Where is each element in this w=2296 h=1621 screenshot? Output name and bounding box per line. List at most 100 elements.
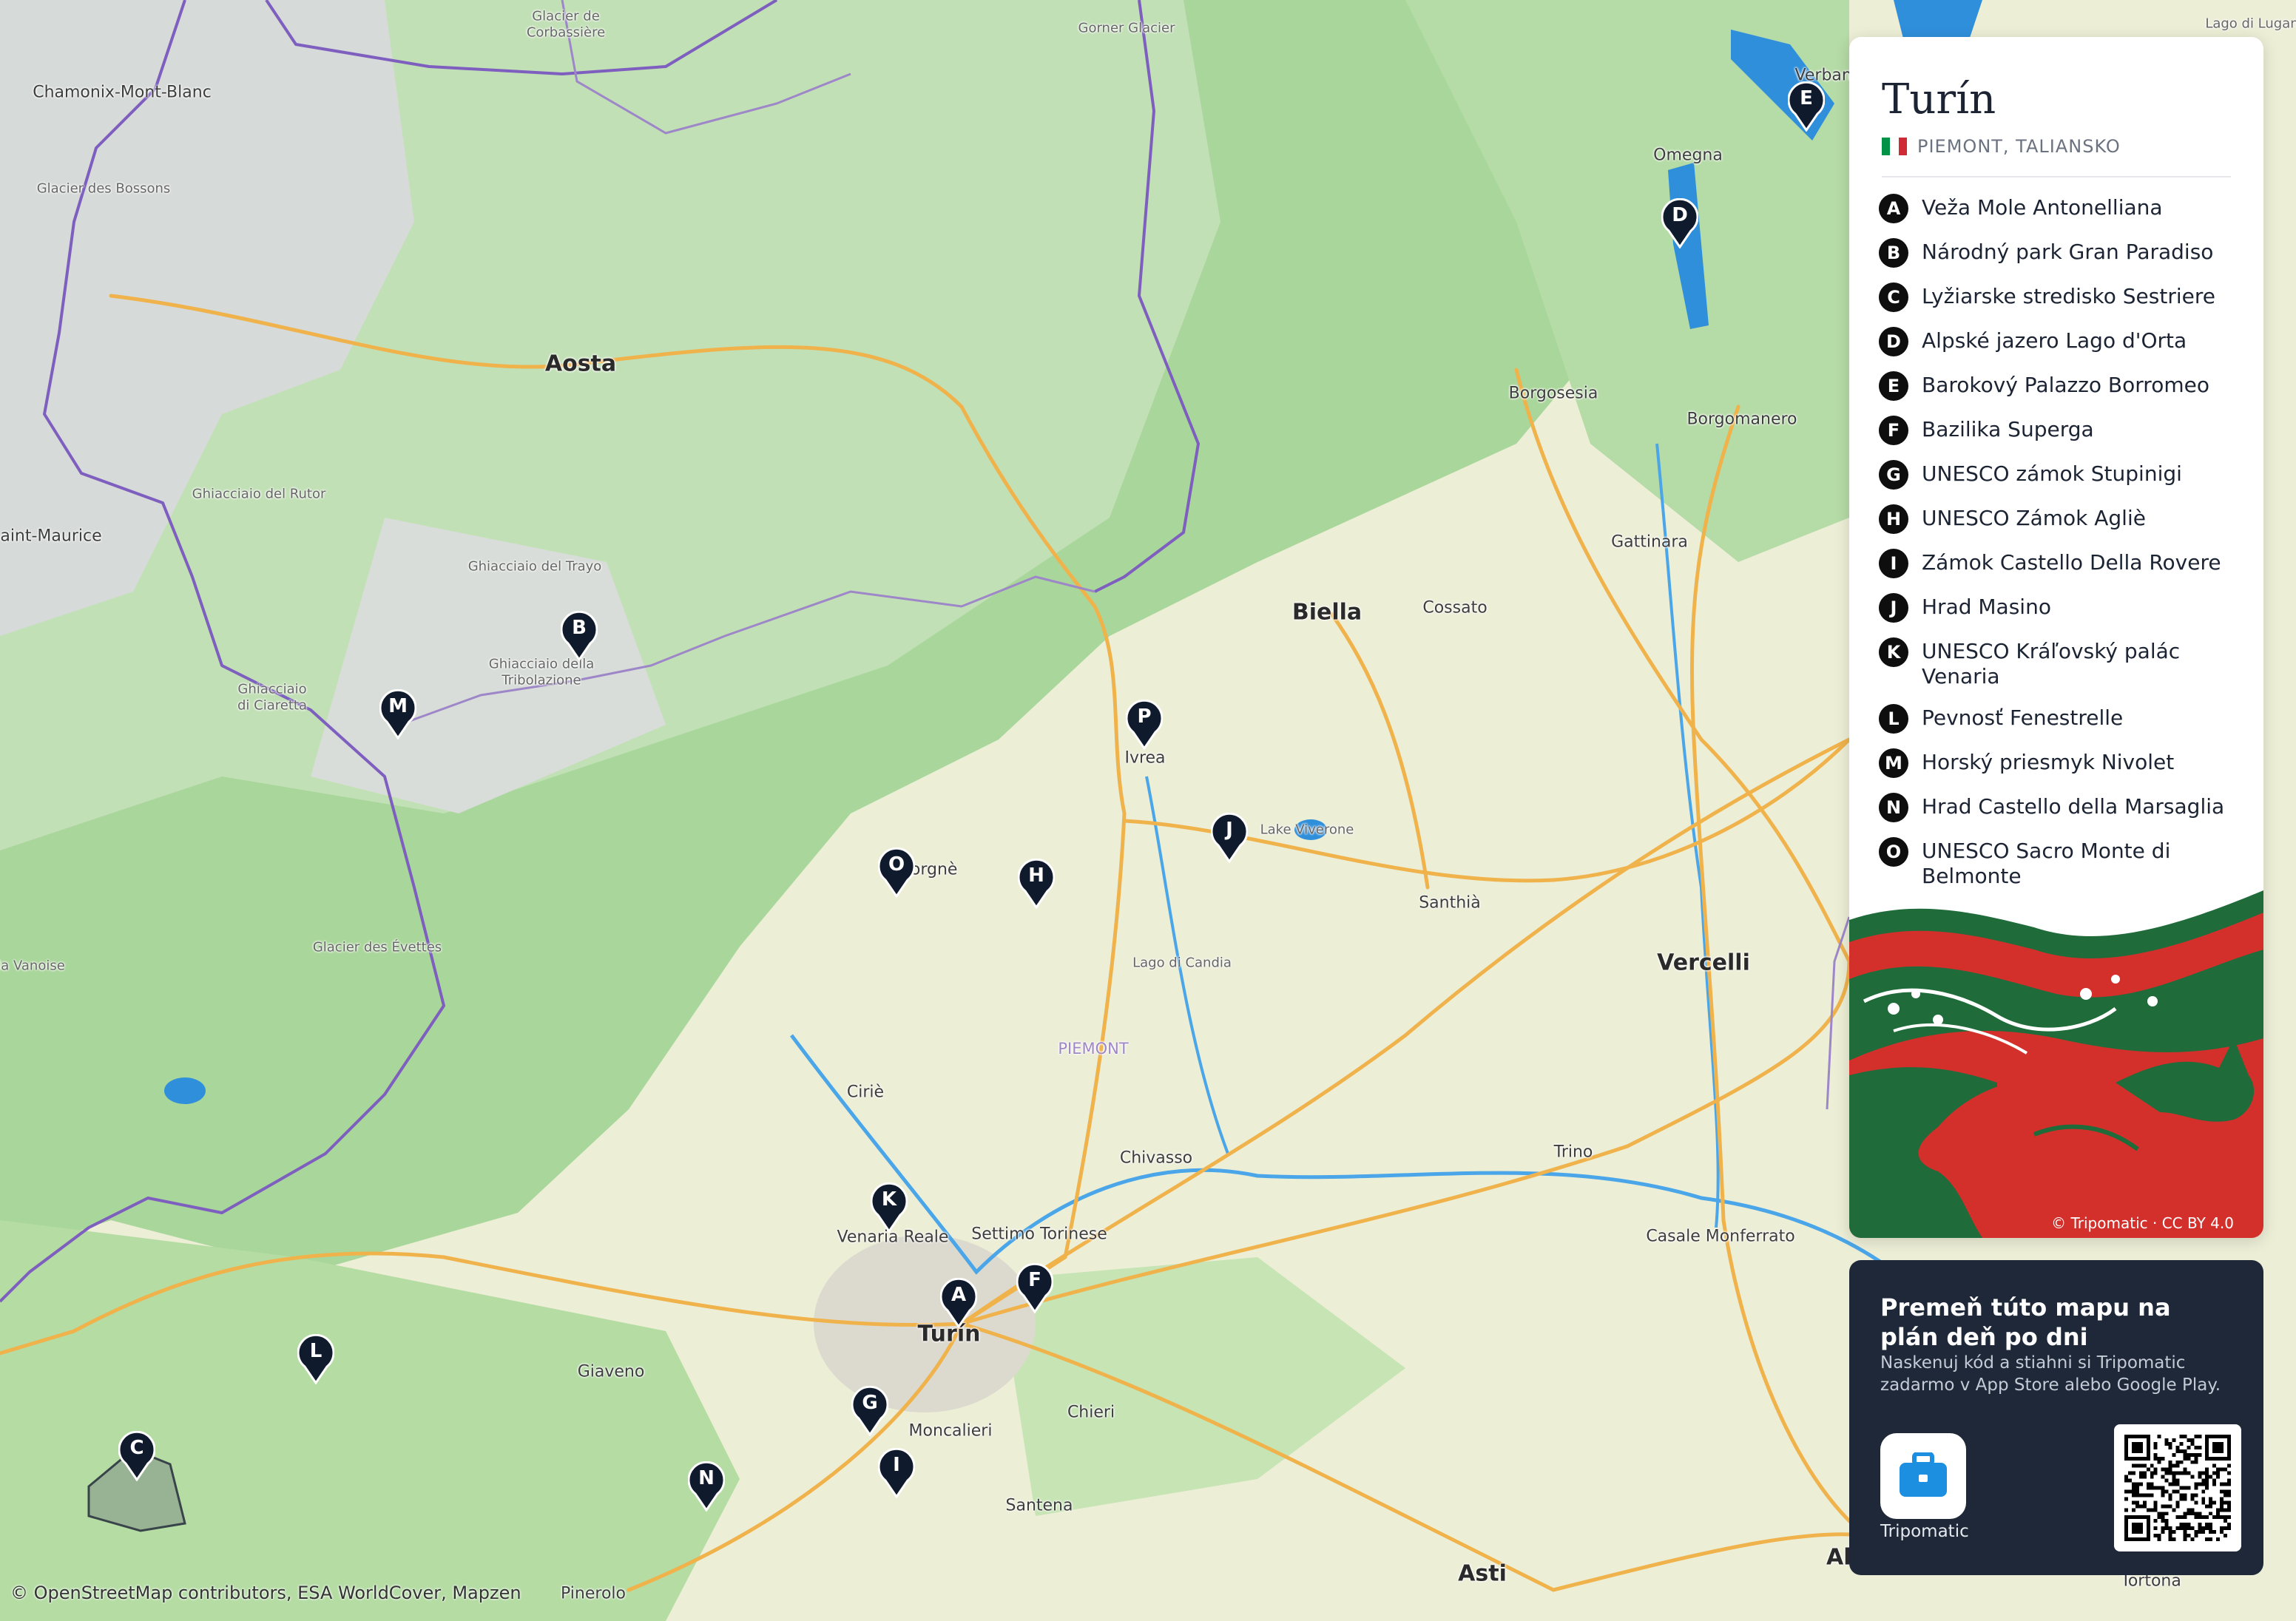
place-label: Santhià xyxy=(1419,893,1481,913)
poi-list-item[interactable]: L Pevnosť Fenestrelle xyxy=(1879,704,2241,734)
region-label: PIEMONT, TALIANSKO xyxy=(1917,136,2121,157)
map-pin-g[interactable]: G xyxy=(851,1386,888,1436)
map-pin-a[interactable]: A xyxy=(940,1278,977,1328)
place-label: Ghiacciaio del Rutor xyxy=(192,486,326,502)
poi-name: Horský priesmyk Nivolet xyxy=(1922,750,2175,774)
pin-letter: L xyxy=(309,1340,323,1362)
poi-letter-badge: H xyxy=(1879,504,1908,534)
place-label: Asti xyxy=(1458,1560,1507,1587)
place-label: Lago di Candia xyxy=(1132,955,1232,971)
map-pin-o[interactable]: O xyxy=(878,847,915,898)
pin-letter: H xyxy=(1028,864,1044,887)
poi-list-item[interactable]: I Zámok Castello Della Rovere xyxy=(1879,549,2241,578)
place-label: Lago di Lugano xyxy=(2205,16,2296,32)
poi-name: Hrad Castello della Marsaglia xyxy=(1922,794,2225,819)
place-label: PIEMONT xyxy=(1058,1040,1129,1057)
place-label: Borgomanero xyxy=(1686,410,1797,429)
place-label: Ghiacciaio del Trayo xyxy=(467,558,602,575)
poi-letter-badge: M xyxy=(1879,748,1908,778)
art-credit: © Tripomatic · CC BY 4.0 xyxy=(2051,1214,2234,1232)
map-pin-l[interactable]: L xyxy=(297,1334,334,1384)
poi-list: A Veža Mole Antonelliana B Národný park Gra… xyxy=(1879,194,2241,948)
place-label: Chieri xyxy=(1067,1403,1115,1422)
poi-name: UNESCO Sacro Monte di Belmonte xyxy=(1922,839,2171,888)
tripomatic-app-icon[interactable] xyxy=(1880,1433,1966,1519)
place-label: Tribolazione xyxy=(502,672,581,688)
poi-list-item[interactable]: H UNESCO Zámok Agliè xyxy=(1879,504,2241,534)
suitcase-icon xyxy=(1900,1452,1947,1497)
poi-list-item[interactable]: G UNESCO zámok Stupinigi xyxy=(1879,460,2241,490)
pin-letter: K xyxy=(881,1188,897,1211)
place-label: Moncalieri xyxy=(908,1421,993,1441)
place-label: Saint-Maurice xyxy=(0,527,102,546)
poi-list-item[interactable]: M Horský priesmyk Nivolet xyxy=(1879,748,2241,778)
poi-list-item[interactable]: A Veža Mole Antonelliana xyxy=(1879,194,2241,223)
place-label: Glacier des Bossons xyxy=(36,180,171,197)
place-label: di Ciaretta xyxy=(237,697,307,714)
place-label: Omegna xyxy=(1653,146,1723,165)
poi-letter-badge: C xyxy=(1879,282,1908,312)
map-pin-f[interactable]: F xyxy=(1016,1263,1053,1313)
poi-list-item[interactable]: C Lyžiarske stredisko Sestriere xyxy=(1879,282,2241,312)
map-pin-e[interactable]: E xyxy=(1788,81,1825,132)
map-pin-j[interactable]: J xyxy=(1211,813,1248,863)
legend-panel: Turín PIEMONT, TALIANSKO A Veža Mole Anto… xyxy=(1849,37,2263,1238)
pin-letter: N xyxy=(698,1467,715,1489)
poi-name: Národný park Gran Paradiso xyxy=(1922,240,2214,264)
poi-letter-badge: L xyxy=(1879,704,1908,734)
poi-list-item[interactable]: O UNESCO Sacro Monte di Belmonte xyxy=(1879,837,2241,889)
map-pin-p[interactable]: P xyxy=(1126,700,1163,750)
promo-subtext: Naskenuj kód a stiahni si Tripomatic zad… xyxy=(1880,1353,2221,1395)
place-label: Corbassière xyxy=(526,24,606,41)
poi-list-item[interactable]: B Národný park Gran Paradiso xyxy=(1879,238,2241,268)
poi-name: Pevnosť Fenestrelle xyxy=(1922,705,2124,730)
poi-name: Lyžiarske stredisko Sestriere xyxy=(1922,284,2215,308)
poi-name: UNESCO Zámok Agliè xyxy=(1922,506,2146,530)
map-pin-m[interactable]: M xyxy=(379,689,416,740)
place-label: Trino xyxy=(1553,1143,1593,1162)
map-pin-h[interactable]: H xyxy=(1018,859,1055,909)
pin-letter: E xyxy=(1800,87,1813,109)
italy-flag-icon xyxy=(1882,138,1907,155)
place-label: Ghiacciaio xyxy=(237,681,307,697)
place-label: la Vanoise xyxy=(0,958,65,974)
poi-list-item[interactable]: J Hrad Masino xyxy=(1879,593,2241,623)
pin-letter: G xyxy=(862,1392,878,1414)
map-pin-n[interactable]: N xyxy=(688,1461,725,1512)
place-label: Lake Viverone xyxy=(1260,822,1354,838)
pin-letter: B xyxy=(572,617,587,639)
map-pin-d[interactable]: D xyxy=(1661,198,1698,248)
app-promo-card: Premeň túto mapu na plán deň po dni Nask… xyxy=(1849,1260,2263,1575)
qr-code[interactable] xyxy=(2114,1424,2241,1551)
pin-letter: A xyxy=(951,1284,967,1306)
place-label: Cossato xyxy=(1422,598,1488,617)
pin-letter: D xyxy=(1672,204,1688,226)
map-attribution[interactable]: © OpenStreetMap contributors, ESA WorldC… xyxy=(10,1583,521,1603)
pin-letter: I xyxy=(893,1454,900,1476)
place-label: Casale Monferrato xyxy=(1646,1227,1795,1246)
poi-letter-badge: N xyxy=(1879,793,1908,822)
poi-list-item[interactable]: N Hrad Castello della Marsaglia xyxy=(1879,793,2241,822)
map-pin-k[interactable]: K xyxy=(871,1182,908,1233)
poi-list-item[interactable]: E Barokový Palazzo Borromeo xyxy=(1879,371,2241,401)
place-label: Ciriè xyxy=(846,1083,885,1102)
qr-code-image xyxy=(2124,1435,2231,1541)
place-label: Gattinara xyxy=(1611,532,1688,552)
poi-name: Bazilika Superga xyxy=(1922,417,2094,441)
poi-list-item[interactable]: F Bazilika Superga xyxy=(1879,416,2241,445)
poi-name: UNESCO Kráľovský palác Venaria xyxy=(1922,639,2181,688)
place-label: Settimo Torinese xyxy=(971,1225,1107,1244)
place-label: Chivasso xyxy=(1119,1148,1193,1168)
place-label: Glacier de xyxy=(532,8,600,24)
poi-list-item[interactable]: D Alpské jazero Lago d'Orta xyxy=(1879,327,2241,356)
poi-name: UNESCO zámok Stupinigi xyxy=(1922,461,2182,486)
place-label: Glacier des Évettes xyxy=(312,939,442,955)
poi-list-item[interactable]: K UNESCO Kráľovský palác Venaria xyxy=(1879,637,2241,689)
place-label: Aosta xyxy=(544,351,617,377)
map-pin-b[interactable]: B xyxy=(561,611,598,661)
map-pin-i[interactable]: I xyxy=(878,1448,915,1498)
map-pin-c[interactable]: C xyxy=(118,1431,155,1481)
app-label: Tripomatic xyxy=(1880,1522,1969,1541)
poi-name: Barokový Palazzo Borromeo xyxy=(1922,373,2209,397)
place-label: Biella xyxy=(1292,599,1363,626)
